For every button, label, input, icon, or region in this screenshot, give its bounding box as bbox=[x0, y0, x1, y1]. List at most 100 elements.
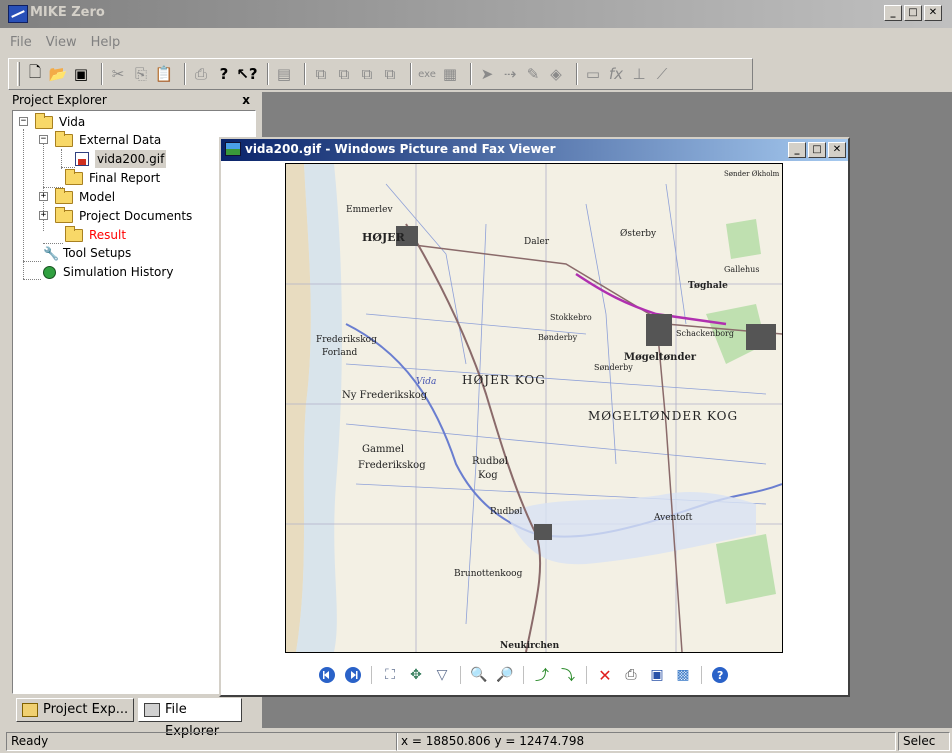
folder-icon bbox=[65, 169, 83, 185]
map-label: Bønderby bbox=[538, 333, 578, 342]
save-icon[interactable]: ▣ bbox=[72, 65, 90, 83]
pointer-icon[interactable]: ➤ bbox=[478, 65, 496, 83]
panel-close-icon[interactable]: x bbox=[242, 92, 250, 108]
next-image-icon[interactable] bbox=[343, 665, 363, 685]
best-fit-icon[interactable]: ⛶ bbox=[380, 665, 400, 685]
status-bar: Ready x = 18850.806 y = 12474.798 Selec bbox=[0, 730, 952, 753]
map-label: Ny Frederikskog bbox=[342, 390, 428, 401]
toolbar-separator bbox=[267, 63, 269, 85]
pencil-icon[interactable]: ✎ bbox=[524, 65, 542, 83]
folder-icon bbox=[55, 188, 73, 204]
toolbar-separator bbox=[101, 63, 103, 85]
save-icon[interactable]: ▣ bbox=[647, 665, 667, 685]
menu-view[interactable]: View bbox=[46, 35, 77, 50]
print-icon[interactable]: ⎙ bbox=[192, 65, 210, 83]
toolbar-separator bbox=[470, 63, 472, 85]
map-label: Aventoft bbox=[653, 513, 693, 523]
close-button[interactable]: ✕ bbox=[924, 5, 942, 21]
status-ready: Ready bbox=[6, 732, 398, 751]
file-explorer-icon bbox=[144, 703, 160, 717]
previous-image-icon[interactable] bbox=[317, 665, 337, 685]
map-image: Emmerlev HØJER Frederikskog Forland Ny F… bbox=[285, 163, 783, 653]
layout-icon[interactable]: ▤ bbox=[275, 65, 293, 83]
function-icon[interactable]: fx bbox=[607, 65, 625, 83]
new-file-icon[interactable]: 🗋 bbox=[26, 63, 44, 83]
collapse-icon[interactable]: − bbox=[19, 117, 28, 126]
project-explorer-title: Project Explorer bbox=[12, 93, 107, 107]
zoom-out-icon[interactable]: 🔎 bbox=[495, 665, 515, 685]
map-label: HØJER bbox=[362, 231, 406, 244]
menu-bar: File View Help bbox=[0, 28, 952, 56]
toolbar-separator bbox=[523, 666, 524, 684]
tool-a-icon[interactable]: ⧉ bbox=[312, 65, 330, 83]
picture-viewer-icon bbox=[225, 142, 241, 156]
cut-icon[interactable]: ✂ bbox=[109, 65, 127, 83]
tool-c-icon[interactable]: ⧉ bbox=[358, 65, 376, 83]
status-mode: Selec bbox=[898, 732, 950, 751]
map-label: Sønderby bbox=[594, 363, 633, 372]
exe-icon[interactable]: exe bbox=[418, 65, 436, 83]
main-toolbar: 🗋 📂 ▣ ✂ ⎘ 📋 ⎙ ? ↖? ▤ ⧉ ⧉ ⧉ ⧉ exe ▦ ➤ ⇢ ✎… bbox=[8, 58, 753, 90]
viewer-title: vida200.gif - Windows Picture and Fax Vi… bbox=[245, 142, 556, 156]
marker-icon[interactable]: ⊥ bbox=[630, 65, 648, 83]
map-label: Emmerlev bbox=[346, 205, 393, 215]
viewer-minimize-button[interactable]: _ bbox=[788, 142, 806, 158]
open-folder-icon[interactable]: 📂 bbox=[49, 65, 68, 83]
project-icon bbox=[22, 703, 38, 717]
tab-project-explorer[interactable]: Project Exp... bbox=[16, 698, 134, 722]
tab-file-explorer[interactable]: File Explorer bbox=[138, 698, 242, 739]
delete-icon[interactable]: ✕ bbox=[595, 665, 615, 685]
map-label: Brunottenkoog bbox=[454, 569, 523, 579]
copy-icon[interactable]: ⎘ bbox=[132, 65, 150, 83]
tree-label: vida200.gif bbox=[95, 150, 167, 168]
line-icon[interactable]: ⟋ bbox=[653, 65, 671, 83]
context-help-icon[interactable]: ↖? bbox=[236, 65, 257, 83]
tool-b-icon[interactable]: ⧉ bbox=[335, 65, 353, 83]
collapse-icon[interactable]: − bbox=[39, 135, 48, 144]
explorer-tabs: Project Exp... File Explorer bbox=[8, 694, 260, 739]
tree-label: External Data bbox=[79, 133, 162, 147]
paste-icon[interactable]: 📋 bbox=[155, 65, 174, 83]
map-label: Schackenborg bbox=[676, 329, 734, 338]
folder-icon bbox=[55, 131, 73, 147]
viewer-close-button[interactable]: ✕ bbox=[828, 142, 846, 158]
map-label: Stokkebro bbox=[550, 313, 592, 322]
toolbar-separator bbox=[410, 63, 412, 85]
gif-file-icon bbox=[75, 152, 89, 166]
toolbar-grip[interactable] bbox=[17, 62, 20, 86]
map-label: HØJER KOG bbox=[462, 373, 546, 387]
tool-d-icon[interactable]: ⧉ bbox=[381, 65, 399, 83]
app-titlebar: MIKE Zero _ □ ✕ bbox=[0, 0, 952, 28]
map-label: Møgeltønder bbox=[624, 352, 697, 363]
map-label: Frederikskog bbox=[316, 335, 377, 345]
zoom-in-icon[interactable]: 🔍 bbox=[469, 665, 489, 685]
rectangle-icon[interactable]: ▭ bbox=[584, 65, 602, 83]
help-icon[interactable]: ? bbox=[710, 665, 730, 685]
print-icon[interactable]: ⎙ bbox=[621, 665, 641, 685]
grid-icon[interactable]: ▦ bbox=[441, 65, 459, 83]
maximize-button[interactable]: □ bbox=[904, 5, 922, 21]
toolbar-separator bbox=[576, 63, 578, 85]
map-label: Gallehus bbox=[724, 265, 759, 274]
toolbar-separator bbox=[371, 666, 372, 684]
folder-icon bbox=[35, 113, 53, 129]
help-icon[interactable]: ? bbox=[215, 65, 233, 83]
minimize-button[interactable]: _ bbox=[884, 5, 902, 21]
expand-icon[interactable]: + bbox=[39, 192, 48, 201]
connect-icon[interactable]: ⇢ bbox=[501, 65, 519, 83]
slideshow-icon[interactable]: ▽ bbox=[432, 665, 452, 685]
expand-icon[interactable]: + bbox=[39, 211, 48, 220]
rotate-counterclockwise-icon[interactable]: ⤵ bbox=[558, 665, 578, 685]
open-editor-icon[interactable]: ▩ bbox=[673, 665, 693, 685]
topographic-map: Emmerlev HØJER Frederikskog Forland Ny F… bbox=[286, 164, 782, 652]
tree-label: Vida bbox=[59, 115, 86, 129]
viewer-maximize-button[interactable]: □ bbox=[808, 142, 826, 158]
node-icon[interactable]: ◈ bbox=[547, 65, 565, 83]
window-controls: _ □ ✕ bbox=[884, 5, 942, 21]
actual-size-icon[interactable]: ✥ bbox=[406, 665, 426, 685]
rotate-clockwise-icon[interactable]: ⤴ bbox=[532, 665, 552, 685]
map-label: Frederikskog bbox=[358, 460, 426, 471]
menu-file[interactable]: File bbox=[10, 35, 32, 50]
map-label: Neukirchen bbox=[500, 641, 560, 651]
menu-help[interactable]: Help bbox=[91, 35, 121, 50]
